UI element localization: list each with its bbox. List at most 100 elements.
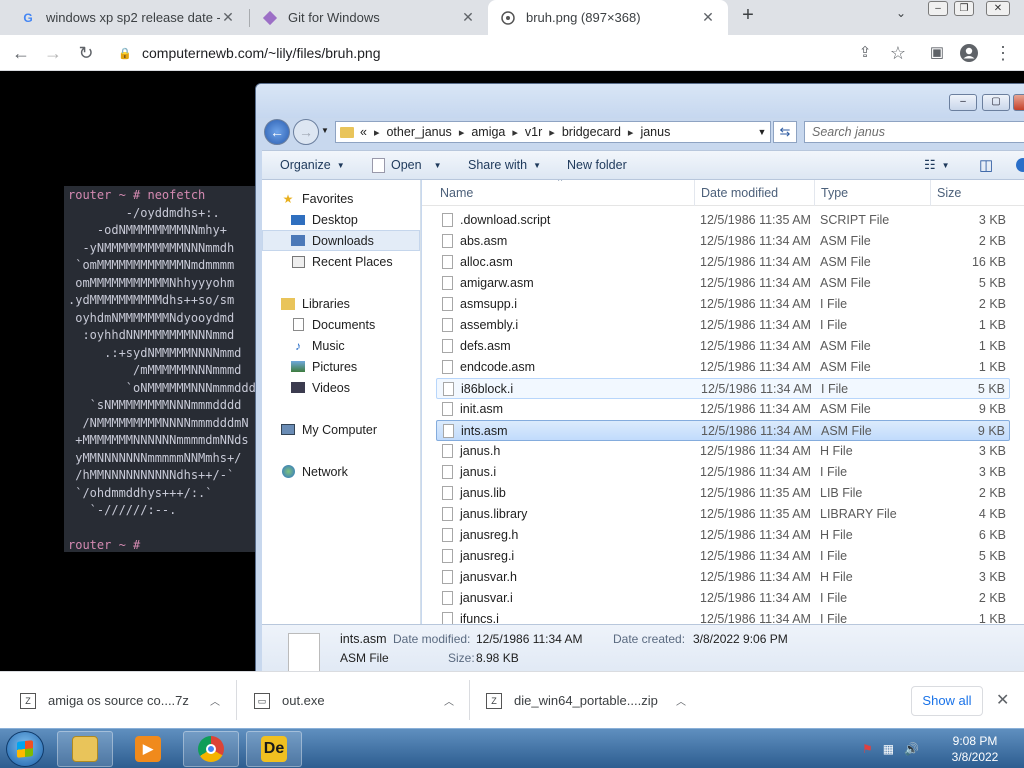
taskbar-media-player[interactable]: ▶	[120, 731, 176, 767]
breadcrumb-item[interactable]: v1r	[525, 125, 542, 139]
file-row[interactable]: janus.lib 12/5/1986 11:35 AM LIB File 2 KB	[436, 483, 1010, 504]
close-tab-icon[interactable]: ✕	[220, 9, 236, 26]
download-item[interactable]: ▭ out.exe ︿	[254, 672, 454, 729]
restore-icon[interactable]: ❐	[954, 1, 974, 16]
file-type: ASM File	[821, 424, 872, 438]
column-header-name[interactable]: Name	[434, 180, 694, 206]
minimize-icon[interactable]: –	[928, 1, 948, 16]
chevron-up-icon[interactable]: ︿	[210, 693, 220, 708]
show-all-button[interactable]: Show all	[911, 686, 983, 716]
file-row[interactable]: amigarw.asm 12/5/1986 11:34 AM ASM File 5 K…	[436, 273, 1010, 294]
file-row[interactable]: janus.library 12/5/1986 11:35 AM LIBRARY F…	[436, 504, 1010, 525]
nav-my-computer[interactable]: My Computer	[262, 419, 420, 440]
new-folder-button[interactable]: New folder	[567, 151, 627, 179]
file-row[interactable]: .download.script 12/5/1986 11:35 AM SCRIPT…	[436, 210, 1010, 231]
taskbar-chrome[interactable]	[183, 731, 239, 767]
file-row[interactable]: defs.asm 12/5/1986 11:34 AM ASM File 1 KB	[436, 336, 1010, 357]
search-input[interactable]: Search janus	[804, 121, 1024, 143]
network-tray-icon[interactable]: ▦	[883, 742, 894, 756]
menu-kebab-icon[interactable]: ⋮	[990, 40, 1016, 66]
file-icon	[442, 297, 453, 311]
help-icon[interactable]	[1015, 151, 1024, 179]
breadcrumb-item[interactable]: other_janus	[386, 125, 451, 139]
file-date-modified: 12/5/1986 11:34 AM	[700, 297, 811, 311]
breadcrumb-item[interactable]: bridgecard	[562, 125, 621, 139]
address-breadcrumb-bar[interactable]: « ▸ other_janus ▸ amiga ▸ v1r ▸ bridgeca…	[335, 121, 771, 143]
breadcrumb-overflow[interactable]: «	[360, 125, 367, 139]
close-icon[interactable]: ✕	[996, 690, 1009, 710]
file-row[interactable]: ints.asm 12/5/1986 11:34 AM ASM File 9 KB	[436, 420, 1010, 441]
nav-downloads[interactable]: Downloads	[262, 230, 420, 251]
file-row[interactable]: janusvar.h 12/5/1986 11:34 AM H File 3 KB	[436, 567, 1010, 588]
view-options-icon[interactable]: ☷ ▼	[924, 151, 950, 179]
preview-pane-icon[interactable]: ◫	[979, 151, 993, 179]
open-button[interactable]: Open ▼	[372, 151, 442, 179]
bookmark-star-icon[interactable]: ☆	[885, 40, 911, 66]
reload-icon[interactable]: ↻	[73, 40, 99, 66]
nav-favorites[interactable]: ★ Favorites	[262, 188, 420, 209]
close-tab-icon[interactable]: ✕	[460, 9, 476, 26]
refresh-icon[interactable]: ⇆	[773, 121, 797, 143]
file-row[interactable]: janusreg.i 12/5/1986 11:34 AM I File 5 KB	[436, 546, 1010, 567]
nav-network[interactable]: Network	[262, 461, 420, 482]
tab-git-for-windows[interactable]: Git for Windows ✕	[250, 0, 488, 35]
share-icon[interactable]: ⇪	[852, 40, 878, 66]
file-row[interactable]: janus.h 12/5/1986 11:34 AM H File 3 KB	[436, 441, 1010, 462]
taskbar-explorer[interactable]	[57, 731, 113, 767]
breadcrumb-item[interactable]: janus	[640, 125, 670, 139]
chevron-up-icon[interactable]: ︿	[676, 693, 686, 708]
share-with-button[interactable]: Share with ▼	[468, 151, 541, 179]
action-center-icon[interactable]: ⚑	[862, 742, 873, 756]
nav-libraries[interactable]: Libraries	[262, 293, 420, 314]
nav-recent-places[interactable]: Recent Places	[262, 251, 420, 272]
nav-pictures[interactable]: Pictures	[262, 356, 420, 377]
chevron-down-icon[interactable]: ▼	[754, 127, 770, 137]
recent-pages-chevron-icon[interactable]: ▼	[321, 126, 329, 135]
tab-bruh-png[interactable]: bruh.png (897×368) ✕	[488, 0, 728, 35]
chevron-down-icon[interactable]: ⌄	[896, 6, 906, 20]
taskbar-detect-it-easy[interactable]: De	[246, 731, 302, 767]
download-item[interactable]: Z amiga os source co....7z ︿	[20, 672, 220, 729]
close-icon[interactable]: ✕	[1013, 94, 1024, 111]
maximize-icon[interactable]: ▢	[982, 94, 1010, 111]
close-icon[interactable]: ✕	[986, 1, 1010, 16]
profile-avatar-icon[interactable]	[956, 40, 982, 66]
file-row[interactable]: janusreg.h 12/5/1986 11:34 AM H File 6 KB	[436, 525, 1010, 546]
column-header-size[interactable]: Size	[930, 180, 1024, 206]
nav-documents[interactable]: Documents	[262, 314, 420, 335]
file-row[interactable]: assembly.i 12/5/1986 11:34 AM I File 1 KB	[436, 315, 1010, 336]
file-row[interactable]: alloc.asm 12/5/1986 11:34 AM ASM File 16 KB	[436, 252, 1010, 273]
breadcrumb-item[interactable]: amiga	[471, 125, 505, 139]
volume-icon[interactable]: 🔊	[904, 742, 919, 756]
back-arrow-icon[interactable]: ←	[8, 40, 34, 66]
forward-arrow-icon[interactable]: →	[40, 40, 66, 66]
side-panel-icon[interactable]: ▣	[924, 40, 950, 66]
tab-google-search[interactable]: G windows xp sp2 release date - G ✕	[8, 0, 248, 35]
file-row[interactable]: abs.asm 12/5/1986 11:34 AM ASM File 2 KB	[436, 231, 1010, 252]
file-row[interactable]: asmsupp.i 12/5/1986 11:34 AM I File 2 KB	[436, 294, 1010, 315]
download-item[interactable]: Z die_win64_portable....zip ︿	[486, 672, 686, 729]
new-tab-icon[interactable]: +	[736, 4, 760, 30]
organize-button[interactable]: Organize ▼	[280, 151, 345, 179]
minimize-icon[interactable]: –	[949, 94, 977, 111]
nav-music[interactable]: ♪ Music	[262, 335, 420, 356]
close-tab-icon[interactable]: ✕	[700, 9, 716, 26]
file-row[interactable]: init.asm 12/5/1986 11:34 AM ASM File 9 KB	[436, 399, 1010, 420]
nav-videos[interactable]: Videos	[262, 377, 420, 398]
file-row[interactable]: janus.i 12/5/1986 11:34 AM I File 3 KB	[436, 462, 1010, 483]
file-row[interactable]: endcode.asm 12/5/1986 11:34 AM ASM File 1 K…	[436, 357, 1010, 378]
system-clock[interactable]: 9:08 PM 3/8/2022	[940, 733, 1010, 765]
back-arrow-icon[interactable]: ←	[264, 119, 290, 145]
file-row[interactable]: i86block.i 12/5/1986 11:34 AM I File 5 KB	[436, 378, 1010, 399]
column-header-date[interactable]: Date modified	[694, 180, 814, 206]
forward-arrow-icon[interactable]: →	[293, 119, 319, 145]
nav-label: Music	[312, 338, 345, 353]
nav-desktop[interactable]: Desktop	[262, 209, 420, 230]
terminal-line: -yNMMMMMMMMMMMNNNmmdh	[68, 240, 235, 255]
chevron-up-icon[interactable]: ︿	[444, 693, 454, 708]
file-row[interactable]: janusvar.i 12/5/1986 11:34 AM I File 2 KB	[436, 588, 1010, 609]
start-button[interactable]	[6, 731, 44, 767]
file-row[interactable]: ifuncs.i 12/5/1986 11:34 AM I File 1 KB	[436, 609, 1010, 624]
column-header-type[interactable]: Type	[814, 180, 930, 206]
address-bar[interactable]: 🔒 computernewb.com/~lily/files/bruh.png	[108, 39, 928, 67]
